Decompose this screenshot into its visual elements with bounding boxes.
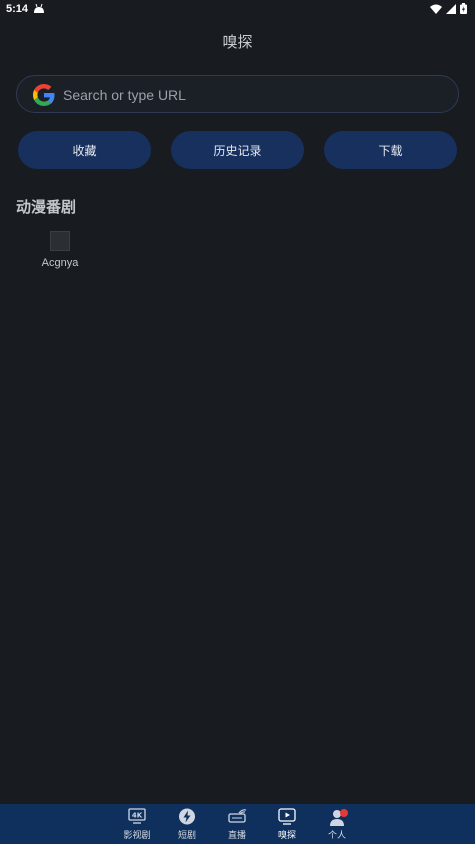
search-bar[interactable] [16,75,459,113]
svg-text:4K: 4K [132,812,143,820]
4k-tv-icon: 4K [128,808,146,824]
nav-item-live[interactable]: 直播 [217,807,257,841]
nav-item-shorts[interactable]: 短剧 [167,807,207,841]
nav-label: 嗅探 [277,831,296,841]
nav-label: 个人 [327,831,346,841]
nav-label: 直播 [227,831,246,841]
nav-item-sniff[interactable]: 嗅探 [267,807,307,841]
site-item-acgnya[interactable]: Acgnya [36,231,84,269]
downloads-button[interactable]: 下载 [324,131,457,169]
site-label: Acgnya [41,257,79,269]
google-icon [33,84,55,106]
bottom-nav: 4K 影视剧 短剧 直播 嗅探 个人 [0,804,475,844]
section-title-anime: 动漫番剧 [16,198,77,216]
signal-icon [446,3,456,14]
live-satellite-icon [228,809,247,823]
lightning-icon [179,808,195,825]
nav-item-profile[interactable]: 个人 [317,807,357,841]
page-title: 嗅探 [222,33,253,51]
notification-badge [340,809,348,817]
battery-icon [460,3,467,14]
wifi-icon [430,4,442,14]
nav-label: 短剧 [177,831,196,841]
nav-item-movies[interactable]: 4K 影视剧 [117,807,157,841]
nav-label: 影视剧 [123,831,151,841]
status-bar: 5:14 [0,0,475,20]
play-screen-icon [278,808,296,825]
favorites-button[interactable]: 收藏 [18,131,151,169]
search-input[interactable] [63,84,443,106]
site-favicon [50,231,70,251]
android-icon [34,3,44,13]
status-time: 5:14 [6,3,29,15]
history-button[interactable]: 历史记录 [171,131,304,169]
sniff-screen: 5:14 嗅探 Search or type URL 收藏 历史记录 下载 动漫… [0,0,475,844]
status-icons [430,3,467,14]
